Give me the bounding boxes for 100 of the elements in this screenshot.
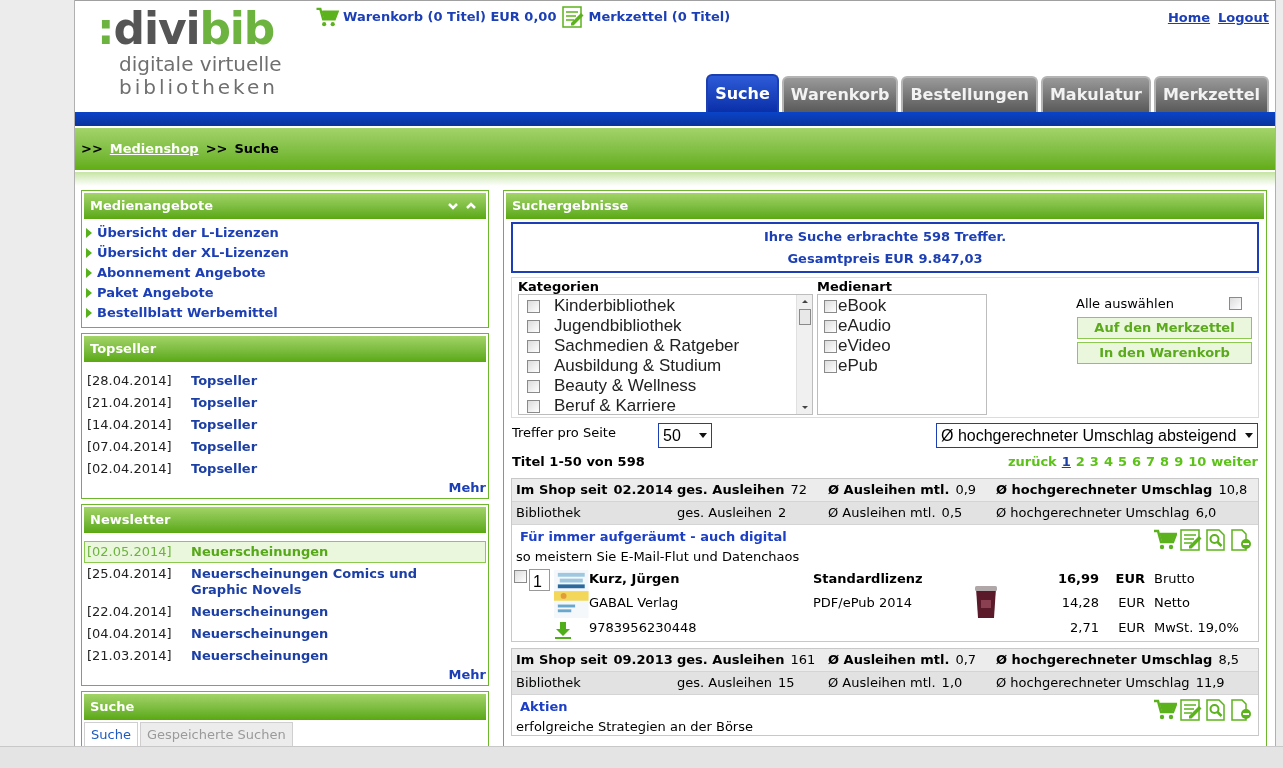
checkbox[interactable]: [527, 399, 540, 413]
checkbox[interactable]: [527, 299, 540, 313]
bullet-icon: [86, 288, 92, 298]
logo-tagline: bibliotheken: [118, 75, 279, 99]
more-link[interactable]: Mehr: [448, 667, 486, 683]
checkbox[interactable]: [1229, 297, 1242, 311]
list-row[interactable]: [25.04.2014] Neuerscheinungen Comics und Graphic Novels: [84, 563, 486, 601]
list-link[interactable]: Topseller: [191, 417, 431, 433]
document-remove-icon[interactable]: [1230, 528, 1252, 551]
price-label: MwSt. 19,0%: [1154, 618, 1239, 637]
nav-tab[interactable]: Makulatur: [1040, 76, 1151, 112]
stat-label: Im Shop seit: [516, 650, 608, 669]
page-link[interactable]: 1: [1061, 452, 1071, 472]
search-tab[interactable]: Suche: [84, 722, 138, 746]
price-currency: EUR: [1117, 594, 1145, 612]
list-link[interactable]: Neuerscheinungen: [191, 626, 431, 642]
price-amount: 16,99: [1056, 569, 1099, 588]
cart-icon[interactable]: [1153, 528, 1177, 551]
notepad-pencil-icon[interactable]: [1180, 528, 1202, 551]
document-search-icon[interactable]: [1205, 698, 1227, 721]
list-link[interactable]: Neuerscheinungen Comics und Graphic Novels: [191, 566, 431, 598]
checkbox[interactable]: [824, 299, 837, 313]
title-link[interactable]: Für immer aufgeräumt - auch digital: [520, 526, 1153, 546]
checkbox[interactable]: [824, 319, 837, 333]
date-text: [07.04.2014]: [87, 439, 173, 455]
checkbox[interactable]: [527, 339, 540, 353]
stat-value: 161: [790, 650, 816, 669]
bullet-icon: [86, 228, 92, 238]
list-link[interactable]: Topseller: [191, 439, 431, 455]
summary-text: Ihre Suche erbrachte 598 Treffer.: [763, 228, 1007, 246]
list-link[interactable]: Neuerscheinungen: [191, 604, 431, 620]
stat-label: Bibliothek: [516, 503, 581, 522]
panel-title: Suche: [90, 698, 136, 717]
stat-label: Ø hochgerechneter Umschlag: [996, 503, 1190, 522]
account-link[interactable]: Logout: [1218, 8, 1269, 28]
stat-label: Ø hochgerechneter Umschlag: [996, 650, 1213, 669]
stat-value: 0,7: [955, 650, 977, 669]
stat-label: Ø Ausleihen mtl.: [828, 673, 936, 692]
category-label: Kinderbibliothek: [554, 295, 675, 318]
date-text: [21.03.2014]: [87, 648, 173, 664]
document-remove-icon[interactable]: [1230, 698, 1252, 721]
list-link[interactable]: Topseller: [191, 373, 431, 389]
cart-icon[interactable]: [315, 6, 339, 28]
list-link[interactable]: Neuerscheinungen: [191, 648, 431, 664]
list-link[interactable]: Topseller: [191, 461, 431, 477]
subtitle-text: erfolgreiche Strategien an der Börse: [515, 718, 754, 735]
nav-tab[interactable]: Merkzettel: [1153, 76, 1269, 112]
dropdown-caret-icon: [1245, 433, 1253, 438]
list-row[interactable]: [14.04.2014] Topseller: [84, 414, 486, 436]
account-link[interactable]: Home: [1167, 8, 1211, 28]
price-label: Netto: [1154, 594, 1190, 612]
title-link[interactable]: Aktien: [520, 696, 1153, 716]
list-row[interactable]: [21.03.2014] Neuerscheinungen: [84, 645, 486, 667]
download-icon[interactable]: [554, 620, 572, 639]
scrollbar-thumb[interactable]: [798, 309, 811, 325]
collapse-icon[interactable]: [448, 202, 458, 210]
menu-link[interactable]: Bestellblatt Werbemittel: [97, 303, 278, 323]
per-page-dropdown[interactable]: 50: [658, 423, 712, 448]
checkbox[interactable]: [527, 379, 540, 393]
nav-tab[interactable]: Suche: [706, 74, 779, 112]
checkbox[interactable]: [527, 359, 540, 373]
notepad-pencil-icon[interactable]: [1180, 698, 1202, 721]
header-link[interactable]: Warenkorb (0 Titel) EUR 0,00: [343, 7, 557, 27]
nav-tab[interactable]: Warenkorb: [781, 76, 899, 112]
list-row[interactable]: [22.04.2014] Neuerscheinungen: [84, 601, 486, 623]
notepad-pencil-icon[interactable]: [562, 6, 585, 28]
stat-label: Ø Ausleihen mtl.: [828, 480, 950, 499]
stat-label: Ø Ausleihen mtl.: [828, 503, 936, 522]
document-search-icon[interactable]: [1205, 528, 1227, 551]
menu-link[interactable]: Paket Angebote: [97, 283, 214, 303]
checkbox[interactable]: [824, 359, 837, 373]
category-list[interactable]: Kinderbibliothek Jugendbibliothek Sachmedien & Ratgeber Ausbildung & Studium Beauty & Wellness Beruf & Karriere: [518, 294, 813, 415]
menu-link[interactable]: Übersicht der XL-Lizenzen: [97, 243, 289, 263]
stat-label: Ø hochgerechneter Umschlag: [996, 480, 1213, 499]
sort-dropdown[interactable]: Ø hochgerechneter Umschlag absteigend: [936, 423, 1258, 448]
list-row[interactable]: [04.04.2014] Neuerscheinungen: [84, 623, 486, 645]
checkbox[interactable]: [527, 319, 540, 333]
list-row[interactable]: [02.04.2014] Topseller: [84, 458, 486, 480]
header-link[interactable]: Merkzettel (0 Titel): [588, 7, 731, 27]
menu-link[interactable]: Übersicht der L-Lizenzen: [97, 223, 279, 243]
media-type-list[interactable]: eBook eAudio eVideo ePub: [817, 294, 987, 415]
checkbox[interactable]: [824, 339, 837, 353]
stat-value: 6,0: [1195, 503, 1217, 522]
date-text: [22.04.2014]: [87, 604, 173, 620]
more-link[interactable]: Mehr: [448, 480, 486, 496]
list-link[interactable]: Topseller: [191, 395, 431, 411]
stat-value: 09.2013: [613, 650, 673, 669]
menu-link[interactable]: Abonnement Angebote: [97, 263, 266, 283]
list-row[interactable]: [07.04.2014] Topseller: [84, 436, 486, 458]
quantity-field[interactable]: 1: [529, 568, 551, 591]
checkbox[interactable]: [514, 569, 527, 583]
list-row[interactable]: [28.04.2014] Topseller: [84, 370, 486, 392]
stat-value: 72: [790, 480, 807, 499]
expand-icon[interactable]: [466, 202, 476, 210]
date-text: [14.04.2014]: [87, 417, 173, 433]
nav-tab[interactable]: Bestellungen: [901, 76, 1038, 112]
date-text: [04.04.2014]: [87, 626, 173, 642]
scrollbar[interactable]: [796, 295, 812, 414]
cart-icon[interactable]: [1153, 698, 1177, 721]
list-row[interactable]: [21.04.2014] Topseller: [84, 392, 486, 414]
